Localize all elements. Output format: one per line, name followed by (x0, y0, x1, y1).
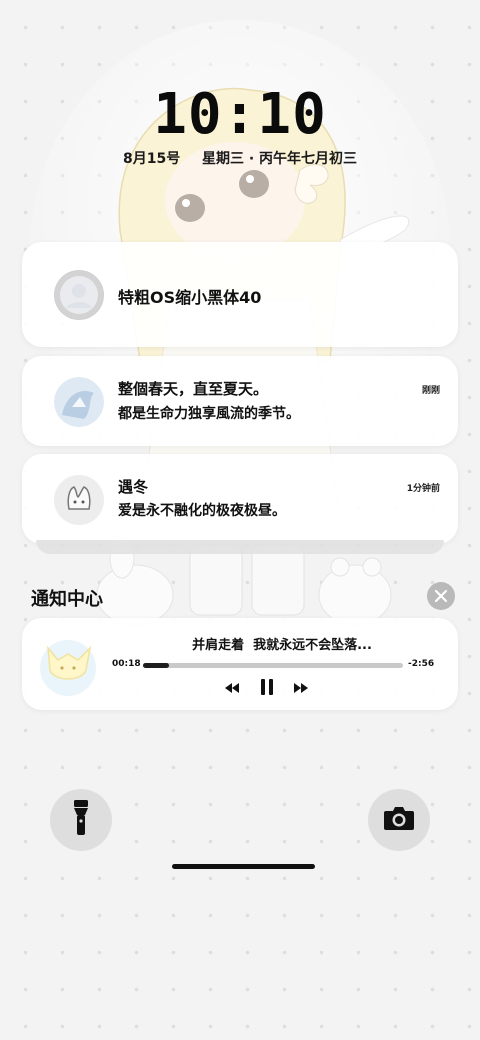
notification-body: 都是生命力独享風流的季节。 (118, 406, 300, 422)
date-separator: · (248, 151, 255, 167)
album-cover (36, 636, 100, 696)
camera-icon (383, 805, 415, 835)
notification-title: 整個春天，直至夏天。 (118, 380, 269, 398)
notification-stack-edge (36, 540, 444, 554)
clock-time: 10:10 (153, 82, 327, 147)
date-weekday: 星期三 (201, 151, 244, 167)
fast-forward-icon[interactable] (293, 680, 309, 699)
notification-card[interactable]: 特粗OS缩小黑体40 (22, 242, 458, 347)
elapsed-time: 00:18 (112, 659, 141, 669)
notification-title: 特粗OS缩小黑体40 (118, 288, 262, 307)
flashlight-icon (71, 799, 91, 841)
media-player: 并肩走着 我就永远不会坠落... 00:18 -2:56 (22, 618, 458, 710)
song-title: 并肩走着 我就永远不会坠落... (192, 638, 372, 653)
date-day: 8月15号 (122, 151, 181, 167)
remaining-time: -2:56 (408, 659, 435, 669)
notification-body: 爱是永不融化的极夜极昼。 (118, 503, 286, 519)
progress-fill (143, 663, 169, 668)
pause-icon[interactable] (260, 678, 274, 700)
camera-button[interactable] (368, 789, 430, 851)
notification-title: 遇冬 (118, 478, 149, 496)
notification-time: 刚刚 (421, 386, 440, 396)
date-lunar: 丙午年七月初三 (259, 151, 358, 167)
home-indicator[interactable] (172, 864, 315, 869)
avatar (54, 270, 104, 320)
notification-card[interactable]: 遇冬 爱是永不融化的极夜极昼。 1分钟前 (22, 454, 458, 544)
flashlight-button[interactable] (50, 789, 112, 851)
rewind-icon[interactable] (224, 680, 240, 699)
notification-center-title: 通知中心 (31, 589, 103, 610)
avatar (54, 475, 104, 525)
progress-bar[interactable] (143, 663, 403, 668)
notification-time: 1分钟前 (406, 484, 440, 494)
close-icon[interactable] (427, 582, 455, 610)
date-line: 8月15号 星期三 · 丙午年七月初三 (0, 148, 480, 168)
notification-card[interactable]: 整個春天，直至夏天。 都是生命力独享風流的季节。 刚刚 (22, 356, 458, 446)
avatar (54, 377, 104, 427)
